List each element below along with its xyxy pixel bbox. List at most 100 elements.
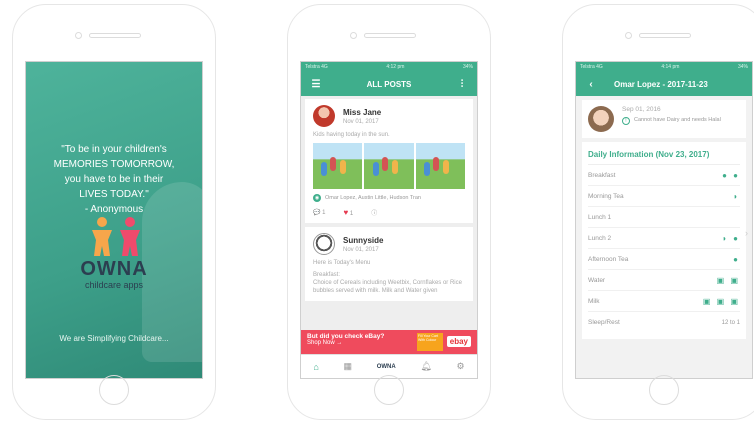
row-label: Water bbox=[588, 276, 606, 284]
apple-icon: ◗ ● bbox=[722, 233, 740, 243]
apple-icon: ● ● bbox=[722, 170, 740, 180]
info-icon[interactable]: ⓘ bbox=[371, 208, 377, 217]
row-label: Sleep/Rest bbox=[588, 319, 620, 326]
post-card[interactable]: Sunnyside Nov 01, 2017 Here is Today's M… bbox=[305, 227, 473, 301]
camera-icon bbox=[350, 32, 357, 39]
cup-icon: ▣ ▣ ▣ bbox=[702, 296, 740, 306]
owna-tab-logo[interactable]: OWNA bbox=[377, 364, 396, 370]
phone-frame-feed: Telstra 4G 4:12 pm 34% ☰ ALL POSTS ⫶ Mis… bbox=[287, 4, 491, 420]
post-photo[interactable] bbox=[364, 143, 414, 189]
splash-screen: "To be in your children's MEMORIES TOMOR… bbox=[25, 61, 203, 379]
page-title: Omar Lopez - 2017-11-23 bbox=[614, 79, 708, 89]
feed-header: ☰ ALL POSTS ⫶ bbox=[301, 72, 477, 96]
post-text: Here is Today's Menu bbox=[313, 260, 371, 266]
daily-row: Lunch 1 bbox=[588, 207, 740, 228]
alert-icon: ! bbox=[622, 117, 630, 125]
battery-label: 34% bbox=[737, 64, 748, 70]
splash-quote: "To be in your children's MEMORIES TOMOR… bbox=[26, 142, 202, 217]
row-label: Morning Tea bbox=[588, 192, 624, 200]
post-body: Breakfast: bbox=[313, 272, 341, 278]
carrier-label: Telstra 4G bbox=[305, 64, 328, 70]
status-bar: Telstra 4G 4:14 pm 34% bbox=[576, 62, 752, 72]
dietary-alert: ! Cannot have Dairy and needs Halal bbox=[622, 117, 721, 125]
status-bar: Telstra 4G 4:12 pm 34% bbox=[301, 62, 477, 72]
daily-row: Lunch 2 ◗ ● bbox=[588, 228, 740, 249]
speaker-slot bbox=[639, 33, 691, 38]
daily-row: Afternoon Tea ● bbox=[588, 249, 740, 270]
daily-background: Telstra 4G 4:14 pm 34% ‹ Omar Lopez - 20… bbox=[576, 62, 752, 378]
daily-row: Sleep/Rest 12 to 1 bbox=[588, 312, 740, 333]
brand-subtitle: childcare apps bbox=[84, 280, 144, 290]
hamburger-menu-icon[interactable]: ☰ bbox=[309, 79, 323, 90]
tagline: We are Simplifying Childcare... bbox=[59, 334, 169, 343]
page-title: ALL POSTS bbox=[366, 79, 412, 89]
heart-icon: ♥ bbox=[343, 208, 349, 217]
post-card[interactable]: Miss Jane Nov 01, 2017 Kids having today… bbox=[305, 99, 473, 223]
feed-background: Telstra 4G 4:12 pm 34% ☰ ALL POSTS ⫶ Mis… bbox=[301, 62, 477, 378]
phone-frame-splash: "To be in your children's MEMORIES TOMOR… bbox=[12, 4, 216, 420]
ad-note: Fill Your Cart With Colour bbox=[417, 333, 443, 351]
quote-line: "To be in your children's bbox=[61, 144, 167, 155]
home-button[interactable] bbox=[99, 375, 129, 405]
row-label: Afternoon Tea bbox=[588, 255, 629, 263]
quote-line: you have to be in their bbox=[64, 174, 164, 185]
post-photo[interactable] bbox=[415, 143, 465, 189]
daily-header: ‹ Omar Lopez - 2017-11-23 bbox=[576, 72, 752, 96]
post-actions: 💬 1 ♥ 1 ⓘ bbox=[313, 208, 465, 217]
quote-line: MEMORIES TOMORROW, bbox=[53, 159, 175, 170]
post-author: Miss Jane bbox=[343, 107, 382, 117]
battery-label: 34% bbox=[462, 64, 473, 70]
bell-tab-icon[interactable]: 🔔︎ bbox=[420, 361, 431, 372]
row-label: Lunch 2 bbox=[588, 234, 612, 242]
carrier-label: Telstra 4G bbox=[580, 64, 603, 70]
gear-tab-icon[interactable]: ⚙ bbox=[457, 361, 465, 372]
brand-name: OWNA bbox=[80, 258, 148, 280]
camera-icon bbox=[625, 32, 632, 39]
daily-info-card: Daily Information (Nov 23, 2017) Breakfa… bbox=[582, 142, 746, 339]
post-author: Sunnyside bbox=[343, 235, 384, 245]
row-label: Breakfast bbox=[588, 171, 616, 179]
ad-brand-logo: ebay bbox=[446, 336, 471, 347]
avatar bbox=[313, 233, 335, 255]
filter-sliders-icon[interactable]: ⫶ bbox=[455, 79, 469, 90]
home-button[interactable] bbox=[374, 375, 404, 405]
post-date: Nov 01, 2017 bbox=[343, 118, 379, 125]
quote-author: - Anonymous bbox=[84, 204, 144, 215]
comment-button[interactable]: 💬 1 bbox=[313, 209, 325, 216]
post-photo[interactable] bbox=[313, 143, 363, 189]
back-arrow-icon[interactable]: ‹ bbox=[584, 79, 598, 90]
apple-icon: ◗ bbox=[733, 191, 740, 201]
alert-text: Cannot have Dairy and needs Halal bbox=[634, 117, 721, 123]
row-label: Milk bbox=[588, 297, 600, 305]
speaker-slot bbox=[89, 33, 141, 38]
chevron-right-icon[interactable]: › bbox=[745, 228, 748, 238]
speaker-slot bbox=[364, 33, 416, 38]
tagged-names: Omar Lopez, Austin Little, Hudson Tran bbox=[325, 195, 421, 201]
ad-banner[interactable]: But did you check eBay? Shop Now → Fill … bbox=[301, 330, 477, 354]
tagged-children: ◉ Omar Lopez, Austin Little, Hudson Tran bbox=[313, 194, 465, 202]
sleep-time: 12 to 1 bbox=[721, 319, 740, 326]
tag-icon: ◉ bbox=[313, 194, 321, 202]
like-button[interactable]: ♥ 1 bbox=[343, 208, 353, 217]
home-tab-icon[interactable]: ⌂ bbox=[313, 362, 318, 372]
daily-info-title: Daily Information (Nov 23, 2017) bbox=[588, 150, 740, 165]
daily-row: Morning Tea ◗ bbox=[588, 186, 740, 207]
daily-row: Water ▣ ▣ bbox=[588, 270, 740, 291]
child-card: Sep 01, 2016 ! Cannot have Dairy and nee… bbox=[582, 100, 746, 138]
daily-row: Milk ▣ ▣ ▣ bbox=[588, 291, 740, 312]
post-body: Choice of Cereals including Weetbix, Cor… bbox=[313, 280, 462, 294]
comment-count: 1 bbox=[322, 210, 326, 216]
calendar-tab-icon[interactable]: ▦ bbox=[343, 361, 352, 372]
child-dob: Sep 01, 2016 bbox=[622, 106, 661, 113]
row-label: Lunch 1 bbox=[588, 213, 612, 221]
home-button[interactable] bbox=[649, 375, 679, 405]
clock-label: 4:14 pm bbox=[661, 64, 680, 70]
daily-row: Breakfast ● ● bbox=[588, 165, 740, 186]
phone-frame-daily: Telstra 4G 4:14 pm 34% ‹ Omar Lopez - 20… bbox=[562, 4, 754, 420]
photo-gallery bbox=[313, 143, 465, 189]
apple-icon: ● bbox=[733, 254, 740, 264]
child-avatar bbox=[588, 106, 614, 132]
post-text: Kids having today in the sun. bbox=[313, 132, 390, 138]
avatar bbox=[313, 105, 335, 127]
clock-label: 4:12 pm bbox=[386, 64, 405, 70]
